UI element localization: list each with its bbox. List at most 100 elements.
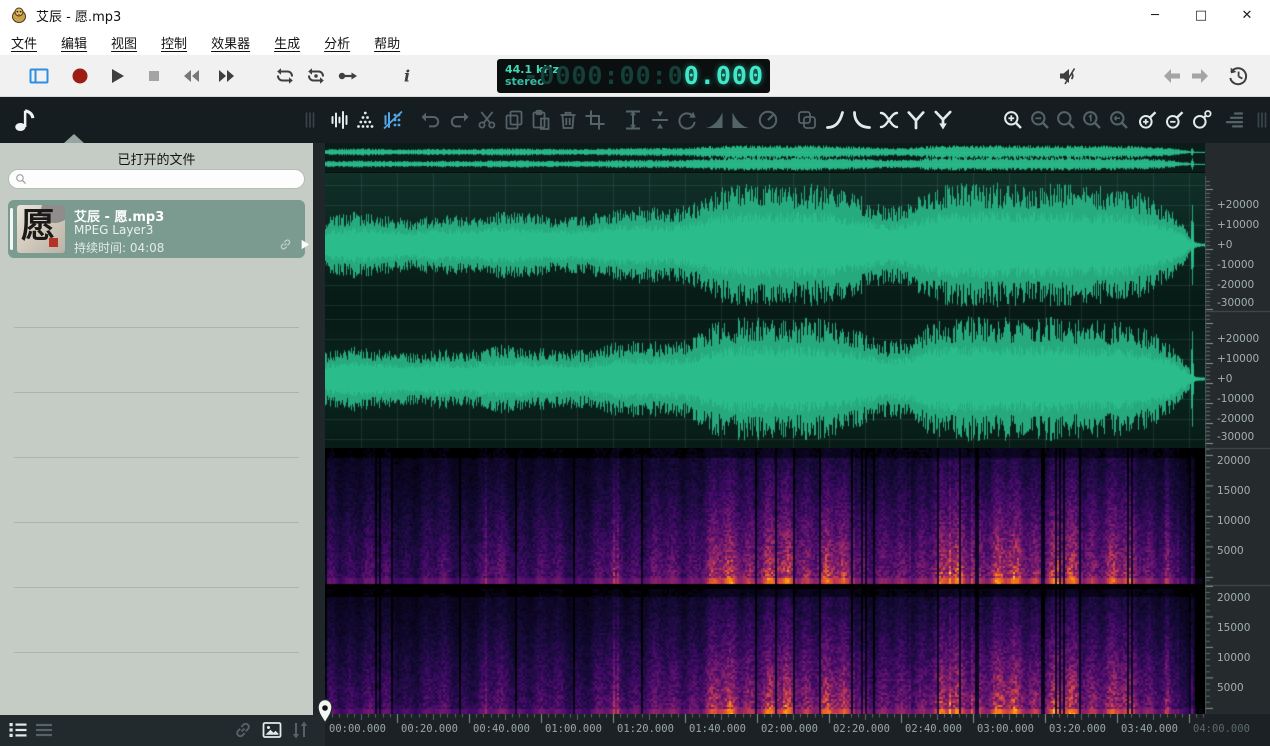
application-window: 艾辰 - 愿.mp3 ─ □ ✕ 文件编辑视图控制效果器生成分析帮助 44.1 … — [0, 0, 1270, 746]
panel-splitter[interactable] — [313, 143, 325, 746]
music-note-icon — [10, 105, 40, 135]
drag-handle-icon[interactable] — [298, 108, 322, 132]
menu-item-1[interactable]: 编辑 — [61, 33, 87, 52]
scale-tick-label: -10000 — [1217, 259, 1254, 271]
scale-tick-label: 20000 — [1217, 592, 1250, 604]
menu-item-7[interactable]: 帮助 — [374, 33, 400, 52]
menu-item-4[interactable]: 效果器 — [211, 33, 250, 52]
time-tick-label: 02:00.000 — [761, 723, 818, 735]
zoom-selection-icon[interactable] — [1107, 108, 1131, 132]
maximize-button[interactable]: □ — [1178, 0, 1224, 30]
close-button[interactable]: ✕ — [1224, 0, 1270, 30]
zoom-in-icon[interactable] — [1001, 108, 1025, 132]
delete-icon[interactable] — [556, 108, 580, 132]
window-title: 艾辰 - 愿.mp3 — [36, 6, 121, 25]
info-button[interactable]: i — [395, 64, 419, 88]
menu-item-3[interactable]: 控制 — [161, 33, 187, 52]
overview-strip[interactable] — [325, 143, 1205, 172]
scale-tick-label: 5000 — [1217, 682, 1244, 694]
sort-files-icon[interactable] — [288, 718, 312, 742]
curve-exp-icon[interactable] — [823, 108, 847, 132]
normalize-icon[interactable] — [621, 108, 645, 132]
time-tick-label: 03:00.000 — [977, 723, 1034, 735]
trim-icon[interactable] — [583, 108, 607, 132]
scale-tick-label: -20000 — [1217, 279, 1254, 291]
fade-out-icon[interactable] — [729, 108, 753, 132]
sidebar-toggle-icon[interactable] — [27, 64, 51, 88]
cut-icon[interactable] — [475, 108, 499, 132]
fade-in-icon[interactable] — [702, 108, 726, 132]
merge-channels-icon[interactable] — [931, 108, 955, 132]
scale-tick-label: 15000 — [1217, 485, 1250, 497]
time-tick-label: 04:00.000 — [1193, 723, 1250, 735]
record-button[interactable] — [68, 64, 92, 88]
vertical-zoom-out-icon[interactable] — [1163, 108, 1187, 132]
scale-tick-label: +20000 — [1217, 199, 1259, 211]
file-format: MPEG Layer3 — [74, 223, 153, 237]
time-digits: 0.000 — [684, 61, 764, 90]
time-tick-label: 00:20.000 — [401, 723, 458, 735]
scale-tick-label: -30000 — [1217, 431, 1254, 443]
levels-icon[interactable] — [1222, 108, 1246, 132]
time-tick-label: 00:40.000 — [473, 723, 530, 735]
play-through-button[interactable] — [336, 64, 360, 88]
list-view-icon[interactable] — [6, 718, 30, 742]
undo-icon[interactable] — [419, 108, 443, 132]
search-input[interactable] — [29, 172, 304, 186]
play-file-icon[interactable] — [296, 236, 313, 253]
time-tick-label: 03:40.000 — [1121, 723, 1178, 735]
waveform-view-icon[interactable] — [328, 108, 352, 132]
gain-icon[interactable] — [756, 108, 780, 132]
spectrogram-view[interactable] — [325, 448, 1205, 714]
stop-button[interactable] — [142, 64, 166, 88]
compact-view-icon[interactable] — [32, 718, 56, 742]
crossfade-icon[interactable] — [877, 108, 901, 132]
silence-icon[interactable] — [648, 108, 672, 132]
fast-forward-button[interactable] — [215, 64, 239, 88]
spectrogram-view-icon[interactable] — [354, 108, 378, 132]
zoom-one-icon[interactable] — [1080, 108, 1104, 132]
menu-item-2[interactable]: 视图 — [111, 33, 137, 52]
playhead-pin[interactable] — [316, 698, 334, 725]
list-separator — [14, 392, 299, 393]
zoom-fit-icon[interactable] — [1054, 108, 1078, 132]
history-icon[interactable] — [1226, 64, 1250, 88]
vertical-zoom-reset-icon[interactable] — [1190, 108, 1214, 132]
minimize-button[interactable]: ─ — [1132, 0, 1178, 30]
vertical-zoom-in-icon[interactable] — [1136, 108, 1160, 132]
scale-tick-label: +20000 — [1217, 333, 1259, 345]
nav-forward-icon[interactable] — [1188, 64, 1212, 88]
scale-tick-label: 5000 — [1217, 545, 1244, 557]
curve-log-icon[interactable] — [850, 108, 874, 132]
paste-icon[interactable] — [529, 108, 553, 132]
scale-tick-label: -20000 — [1217, 413, 1254, 425]
redo-icon[interactable] — [447, 108, 471, 132]
play-button[interactable] — [105, 64, 129, 88]
copy-icon[interactable] — [502, 108, 526, 132]
zoom-out-icon[interactable] — [1028, 108, 1052, 132]
rewind-button[interactable] — [179, 64, 203, 88]
drag-handle2-icon[interactable] — [1250, 108, 1270, 132]
file-list-item[interactable]: 愿 艾辰 - 愿.mp3 MPEG Layer3 持续时间: 04:08 — [8, 200, 305, 258]
split-channels-icon[interactable] — [904, 108, 928, 132]
file-search-box[interactable] — [8, 169, 305, 189]
scale-tick-label: 10000 — [1217, 652, 1250, 664]
link-files-icon[interactable] — [231, 718, 255, 742]
menu-item-0[interactable]: 文件 — [11, 33, 37, 52]
waveform-view[interactable] — [325, 173, 1205, 448]
menu-item-6[interactable]: 分析 — [324, 33, 350, 52]
mute-toggle-icon[interactable] — [1056, 64, 1080, 88]
reverse-icon[interactable] — [675, 108, 699, 132]
time-tick-label: 01:40.000 — [689, 723, 746, 735]
loop-selection-button[interactable] — [304, 64, 328, 88]
menubar: 文件 编辑 视图 控制 效果器 生成 分析 帮助 — [0, 30, 1270, 55]
loop-button[interactable] — [273, 64, 297, 88]
album-art-toggle-icon[interactable] — [260, 718, 284, 742]
app-logo-icon — [10, 6, 28, 24]
duplicate-icon[interactable] — [795, 108, 819, 132]
nav-back-icon[interactable] — [1160, 64, 1184, 88]
scale-tick-label: 15000 — [1217, 622, 1250, 634]
split-view-icon[interactable] — [381, 108, 405, 132]
menu-item-5[interactable]: 生成 — [274, 33, 300, 52]
time-tick-label: 02:20.000 — [833, 723, 890, 735]
